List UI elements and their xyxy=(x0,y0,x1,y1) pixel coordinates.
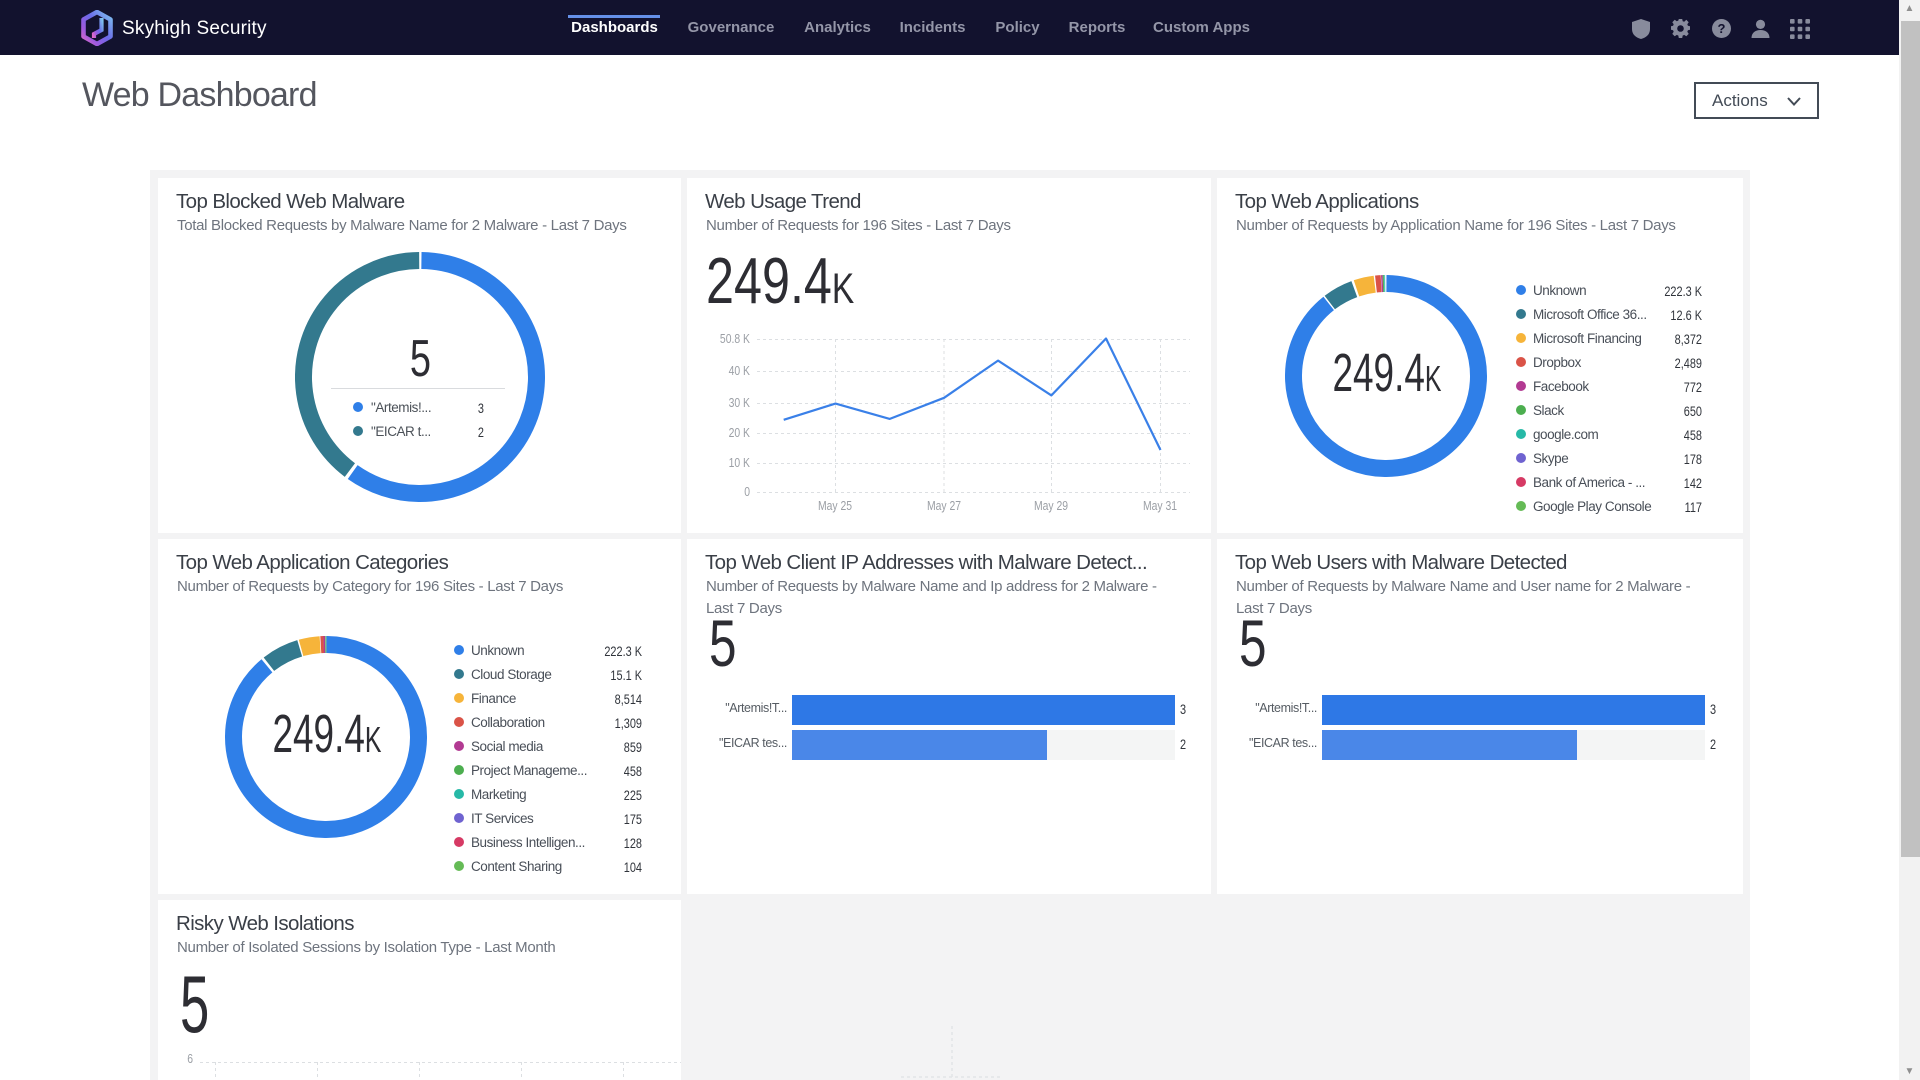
svg-text:?: ? xyxy=(1718,21,1726,36)
